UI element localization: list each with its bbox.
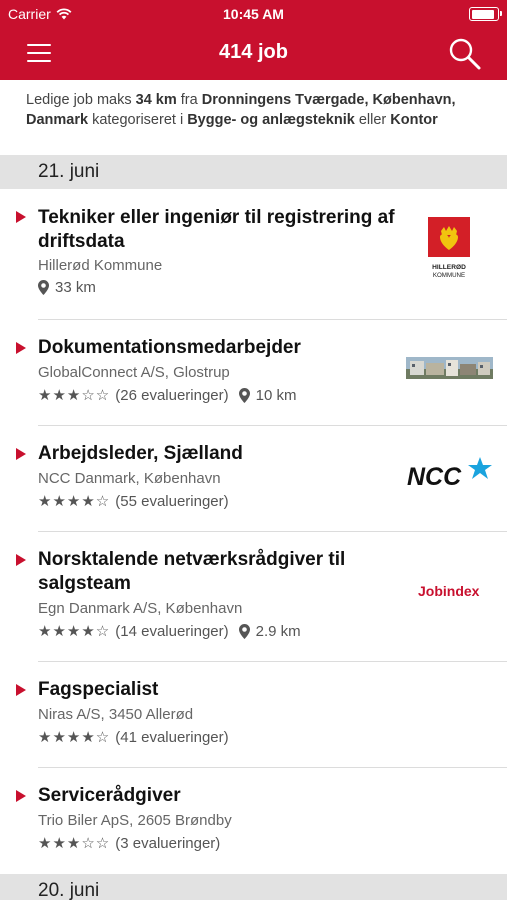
job-list-item[interactable]: Norsktalende netværksrådgiver til salgst… <box>0 532 507 660</box>
date-section-header: 21. juni <box>0 155 507 189</box>
star-rating: ★★★★☆ <box>38 492 111 510</box>
job-company: Niras A/S, 3450 Allerød <box>38 706 194 723</box>
job-distance: 33 km <box>55 279 96 296</box>
battery-icon <box>469 7 502 21</box>
review-count: (3 evalueringer) <box>115 834 221 852</box>
job-company: Hillerød Kommune <box>38 257 163 274</box>
company-logo-hillerod: HILLERØD KOMMUNE <box>427 217 471 281</box>
star-icon <box>468 457 492 479</box>
page-title: 414 job <box>219 41 288 63</box>
job-list-item[interactable]: Tekniker eller ingeniør til registrering… <box>0 189 507 319</box>
company-logo-jobindex: Jobindex <box>418 583 480 599</box>
job-title: Fagspecialist <box>38 679 159 700</box>
filter-category: Bygge- og anlægsteknik <box>187 112 355 128</box>
filter-text: eller <box>354 112 391 128</box>
job-title: Dokumentationsmedarbejder <box>38 337 301 358</box>
nav-bar: 414 job <box>0 28 507 80</box>
job-meta: ★★★★☆ (55 evalueringer) <box>38 492 229 510</box>
job-list-item[interactable]: Fagspecialist Niras A/S, 3450 Allerød ★★… <box>0 662 507 767</box>
status-time: 10:45 AM <box>223 6 284 22</box>
review-count: (14 evalueringer) <box>115 622 229 640</box>
arrow-icon <box>16 554 26 566</box>
job-title: Arbejdsleder, Sjælland <box>38 443 243 464</box>
job-meta: 33 km <box>38 279 96 296</box>
company-logo-ncc: NCC <box>407 456 495 492</box>
star-rating: ★★★★☆ <box>38 728 111 746</box>
logo-text: NCC <box>407 463 462 491</box>
arrow-icon <box>16 790 26 802</box>
filter-text: kategoriseret i <box>88 112 188 128</box>
filter-text: fra <box>176 92 202 108</box>
review-count: (41 evalueringer) <box>115 728 229 746</box>
location-pin-icon <box>238 623 250 639</box>
search-icon[interactable] <box>447 36 485 72</box>
logo-text: KOMMUNE <box>433 272 465 279</box>
job-title: Servicerådgiver <box>38 785 181 806</box>
status-bar: Carrier 10:45 AM <box>0 0 507 28</box>
filter-category: Kontor <box>390 112 438 128</box>
star-rating: ★★★☆☆ <box>38 834 111 852</box>
job-title: Tekniker eller ingeniør til registrering… <box>38 207 395 252</box>
job-company: NCC Danmark, København <box>38 470 221 487</box>
date-section-header: 20. juni <box>0 874 507 900</box>
job-title: Norsktalende netværksrådgiver til salgst… <box>38 549 346 594</box>
arrow-icon <box>16 211 26 223</box>
logo-text: HILLERØD <box>432 264 466 271</box>
arrow-icon <box>16 342 26 354</box>
review-count: (26 evalueringer) <box>115 386 229 404</box>
filter-distance: 34 km <box>135 92 177 108</box>
job-company: Trio Biler ApS, 2605 Brøndby <box>38 812 232 829</box>
job-list-item[interactable]: Arbejdsleder, Sjælland NCC Danmark, Købe… <box>0 426 507 531</box>
arrow-icon <box>16 684 26 696</box>
job-distance: 10 km <box>255 386 297 404</box>
location-pin-icon <box>238 387 250 403</box>
job-meta: ★★★★☆ (14 evalueringer) 2.9 km <box>38 622 301 640</box>
job-list-item[interactable]: Servicerådgiver Trio Biler ApS, 2605 Brø… <box>0 768 507 873</box>
job-company: Egn Danmark A/S, København <box>38 600 243 617</box>
job-meta: ★★★★☆ (41 evalueringer) <box>38 728 229 746</box>
job-company: GlobalConnect A/S, Glostrup <box>38 364 230 381</box>
job-distance: 2.9 km <box>255 622 301 640</box>
battery-fill <box>471 9 495 19</box>
star-rating: ★★★★☆ <box>38 622 111 640</box>
company-logo-globalconnect <box>406 357 493 379</box>
review-count: (55 evalueringer) <box>115 492 229 510</box>
star-rating: ★★★☆☆ <box>38 386 111 404</box>
search-filter-summary[interactable]: Ledige job maks 34 km fra Dronningens Tv… <box>0 80 507 155</box>
filter-text: Ledige job maks <box>26 92 136 108</box>
job-list-item[interactable]: Dokumentationsmedarbejder GlobalConnect … <box>0 320 507 425</box>
job-meta: ★★★☆☆ (26 evalueringer) 10 km <box>38 386 297 404</box>
location-pin-icon <box>38 280 49 295</box>
job-meta: ★★★☆☆ (3 evalueringer) <box>38 834 220 852</box>
arrow-icon <box>16 448 26 460</box>
